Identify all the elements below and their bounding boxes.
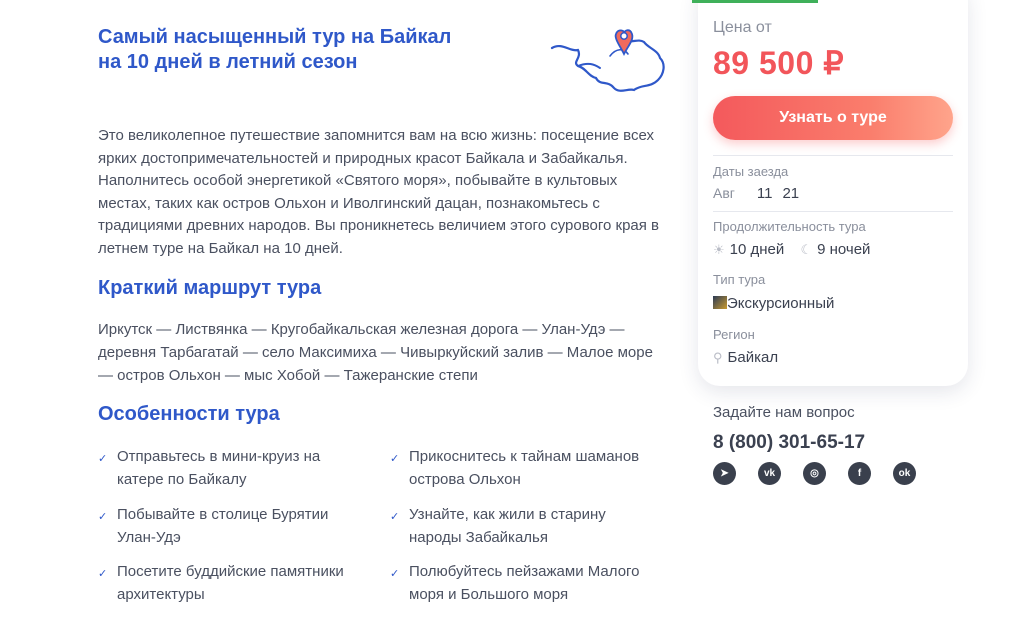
moon-icon: ☾ [800,242,813,257]
check-icon: ✓ [98,568,108,580]
price-value: 89 500 ₽ [713,45,845,81]
telegram-icon[interactable]: ➤ [713,462,736,485]
type-value: Экскурсионный [713,295,834,312]
divider [713,155,953,156]
features-heading: Особенности тура [98,403,280,425]
tour-title-line-2: на 10 дней в летний сезон [98,51,358,73]
learn-about-tour-button[interactable]: Узнать о туре [713,96,953,140]
phone-link[interactable]: 8 (800) 301-65-17 [713,432,865,454]
accent-bar [692,0,818,3]
check-icon: ✓ [390,453,400,465]
duration-nights: 9 ночей [817,241,871,258]
odnoklassniki-icon[interactable]: ok [893,462,916,485]
tour-description: Это великолепное путешествие запомнится … [98,127,660,257]
duration-value: ☀ 10 дней ☾ 9 ночей [713,241,870,258]
dates-value: Авг 11 21 [713,185,799,202]
route-heading: Краткий маршрут тура [98,277,322,299]
vk-icon[interactable]: vk [758,462,781,485]
tour-title-line-1: Самый насыщенный тур на Байкал [98,26,452,48]
feature-item: ✓ Полюбуйтесь пейзажами Малого моря и Бо… [390,563,640,603]
check-icon: ✓ [390,568,400,580]
ask-question-label: Задайте нам вопрос [713,404,855,421]
date-option-21[interactable]: 21 [782,185,799,202]
duration-days: 10 дней [729,241,785,258]
check-icon: ✓ [390,511,400,523]
region-label: Регион [713,327,755,342]
date-option-11[interactable]: 11 [757,185,773,202]
feature-item: ✓ Побывайте в столице Бурятии Улан-Удэ [98,506,329,546]
route-description: Иркутск — Листвянка — Кругобайкальская ж… [98,321,653,384]
instagram-icon[interactable]: ◎ [803,462,826,485]
social-links: ➤ vk ◎ f ok [713,462,916,485]
check-icon: ✓ [98,453,108,465]
russia-map-pin-icon [550,29,665,92]
feature-item: ✓ Отправьтесь в мини-круиз на катере по … [98,448,321,488]
feature-item: ✓ Посетите буддийские памятники архитект… [98,563,344,603]
facebook-icon[interactable]: f [848,462,871,485]
dates-month: Авг [713,185,735,201]
check-icon: ✓ [98,511,108,523]
price-label: Цена от [713,19,772,36]
type-text: Экскурсионный [727,295,835,312]
region-value: ⚲ Байкал [713,349,778,366]
feature-item: ✓ Узнайте, как жили в старину народы Заб… [390,506,606,546]
tour-title: Самый насыщенный тур на Байкал на 10 дне… [98,25,538,75]
feature-item: ✓ Прикоснитесь к тайнам шаманов острова … [390,448,640,488]
location-pin-icon: ⚲ [713,350,723,365]
excursion-icon [713,296,727,309]
sun-icon: ☀ [713,242,725,257]
divider [713,211,953,212]
duration-label: Продолжительность тура [713,219,866,234]
dates-label: Даты заезда [713,164,789,179]
type-label: Тип тура [713,272,766,287]
region-text: Байкал [727,349,779,366]
